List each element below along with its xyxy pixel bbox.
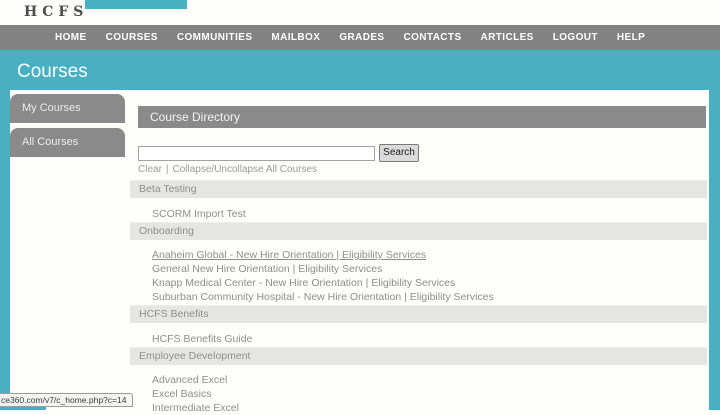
nav-item-articles[interactable]: ARTICLES (481, 32, 534, 43)
page-header-band (0, 50, 720, 90)
redacted-header-block (85, 0, 187, 9)
course-link-suburban-community-hospital[interactable]: Suburban Community Hospital - New Hire O… (152, 291, 494, 304)
category-bar-beta-testing[interactable]: Beta Testing (130, 180, 707, 198)
clear-link[interactable]: Clear (138, 164, 162, 175)
nav-item-courses[interactable]: COURSES (106, 32, 158, 43)
course-directory-header: Course Directory (138, 106, 706, 128)
status-url-tooltip: ce360.com/v7/c_home.php?c=14 (0, 393, 133, 407)
course-link-advanced-excel[interactable]: Advanced Excel (152, 374, 227, 387)
sidebar-item-my-courses[interactable]: My Courses (10, 94, 125, 123)
course-link-scorm-import-test[interactable]: SCORM Import Test (152, 208, 246, 221)
course-link-hcfs-benefits-guide[interactable]: HCFS Benefits Guide (152, 333, 252, 346)
right-edge-strip (709, 90, 720, 410)
sidebar-item-all-courses[interactable]: All Courses (10, 128, 125, 157)
collapse-uncollapse-link[interactable]: Collapse/Uncollapse All Courses (173, 164, 318, 175)
category-bar-onboarding[interactable]: Onboarding (130, 222, 707, 240)
category-bar-employee-development[interactable]: Employee Development (130, 347, 707, 365)
nav-item-help[interactable]: HELP (617, 32, 645, 43)
nav-item-home[interactable]: HOME (55, 32, 87, 43)
directory-toolbar: Clear | Collapse/Uncollapse All Courses (138, 164, 317, 175)
link-separator: | (166, 164, 169, 175)
course-link-general-new-hire[interactable]: General New Hire Orientation | Eligibili… (152, 263, 382, 276)
main-nav: HOME COURSES COMMUNITIES MAILBOX GRADES … (0, 25, 720, 50)
nav-item-mailbox[interactable]: MAILBOX (271, 32, 320, 43)
page-title: Courses (17, 61, 88, 83)
left-edge-strip (0, 90, 10, 410)
nav-item-logout[interactable]: LOGOUT (553, 32, 598, 43)
course-link-anaheim-global[interactable]: Anaheim Global - New Hire Orientation | … (152, 249, 426, 262)
search-button[interactable]: Search (379, 144, 419, 162)
nav-item-contacts[interactable]: CONTACTS (404, 32, 462, 43)
course-link-knapp-medical-center[interactable]: Knapp Medical Center - New Hire Orientat… (152, 277, 455, 290)
course-link-intermediate-excel[interactable]: Intermediate Excel (152, 402, 239, 415)
category-bar-hcfs-benefits[interactable]: HCFS Benefits (130, 305, 707, 323)
brand-logo[interactable]: HCFS (24, 4, 88, 20)
nav-item-grades[interactable]: GRADES (339, 32, 384, 43)
nav-item-communities[interactable]: COMMUNITIES (177, 32, 253, 43)
course-link-excel-basics[interactable]: Excel Basics (152, 388, 212, 401)
search-input[interactable] (138, 146, 375, 161)
